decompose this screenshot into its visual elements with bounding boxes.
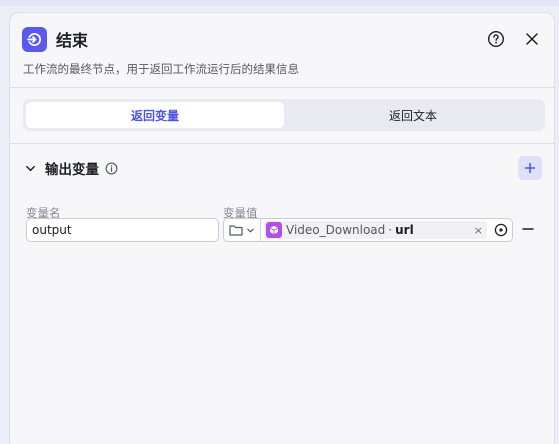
return-mode-tabs: 返回变量 返回文本 (23, 99, 545, 131)
tab-return-text[interactable]: 返回文本 (284, 102, 542, 128)
close-icon[interactable] (522, 29, 542, 49)
clear-reference-icon[interactable]: × (474, 224, 483, 237)
info-icon[interactable] (104, 161, 118, 175)
top-strip (0, 0, 559, 6)
panel-header: 结束 (22, 25, 542, 53)
reference-separator: · (388, 223, 393, 237)
end-node-icon (22, 26, 47, 52)
tab-return-variable[interactable]: 返回变量 (26, 102, 284, 128)
help-icon[interactable] (486, 29, 506, 49)
reference-field-name: url (395, 223, 414, 237)
header-actions (486, 29, 542, 49)
node-title: 结束 (56, 31, 89, 50)
chevron-down-icon (247, 228, 254, 232)
minus-icon (522, 228, 534, 230)
reference-node-name: Video_Download (286, 223, 386, 237)
end-node-panel: 结束 工作流的最终节点，用于返回工作流运行后的结果信息 返回变量 返回文本 输出… (9, 12, 555, 444)
variable-value-field: Video_Download · url × (223, 218, 513, 242)
tabs-divider (10, 143, 554, 144)
header-divider (10, 87, 554, 88)
remove-output-button[interactable] (521, 222, 535, 236)
add-output-button[interactable] (518, 156, 542, 180)
value-type-select[interactable] (224, 219, 261, 241)
variable-reference-tag[interactable]: Video_Download · url × (264, 221, 487, 239)
video-download-node-icon (266, 222, 282, 238)
target-icon[interactable] (494, 223, 508, 237)
folder-icon (229, 225, 243, 236)
node-description: 工作流的最终节点，用于返回工作流运行后的结果信息 (23, 62, 299, 76)
output-section-header: 输出变量 (23, 156, 542, 180)
section-title: 输出变量 (45, 162, 99, 178)
variable-name-input[interactable] (26, 218, 219, 242)
chevron-down-icon[interactable] (23, 161, 37, 175)
plus-icon (524, 162, 536, 174)
